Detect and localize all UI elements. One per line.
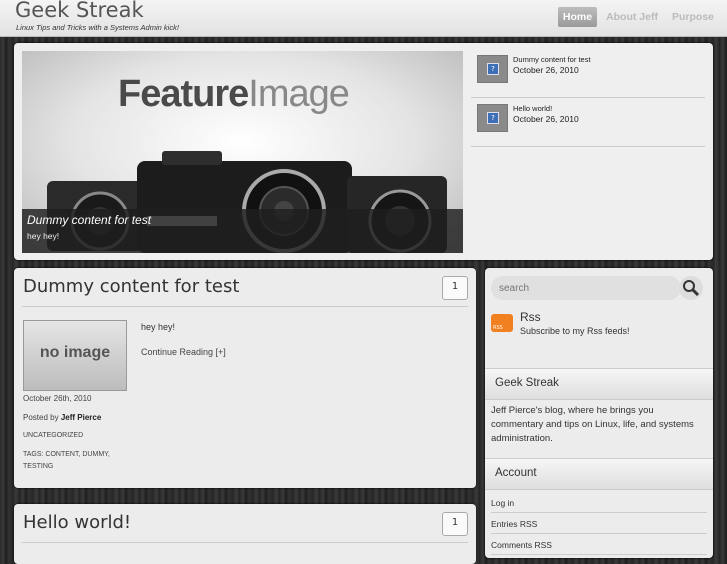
sidebar: RSS Rss Subscribe to my Rss feeds! Geek … — [485, 268, 713, 558]
post-tags-cont[interactable]: TESTING — [23, 463, 53, 470]
rss-icon[interactable]: RSS — [491, 314, 513, 332]
feature-thumb-list: ? Dummy content for test October 26, 201… — [471, 49, 705, 147]
site-tagline: Linux Tips and Tricks with a Systems Adm… — [16, 23, 179, 32]
comment-count-badge[interactable]: 1 — [442, 276, 468, 300]
post-thumbnail[interactable]: no image — [23, 320, 127, 391]
author-link[interactable]: Jeff Pierce — [61, 413, 101, 422]
search-icon — [683, 280, 700, 297]
feature-thumb[interactable]: ? Hello world! October 26, 2010 — [471, 98, 705, 147]
divider — [22, 306, 468, 307]
widget-heading: Geek Streak — [485, 368, 713, 400]
post-excerpt: hey hey! — [141, 322, 176, 332]
nav-about-jeff[interactable]: About Jeff — [601, 7, 663, 27]
post-title[interactable]: Hello world! — [23, 512, 131, 533]
thumb-date: October 26, 2010 — [513, 114, 579, 124]
about-text: Jeff Pierce's blog, where he brings you … — [491, 405, 694, 444]
post-date: October 26th, 2010 — [23, 394, 92, 403]
thumb-title: Hello world! — [513, 104, 553, 113]
nav-home[interactable]: Home — [557, 7, 598, 27]
search-input[interactable] — [491, 278, 677, 299]
nav-purpose[interactable]: Purpose — [667, 7, 719, 27]
main-nav: Home About Jeff Purpose — [557, 7, 719, 27]
post-category[interactable]: UNCATEGORIZED — [23, 432, 83, 439]
widget-heading: Account — [485, 458, 713, 490]
feature-caption-text: hey hey! — [27, 231, 60, 241]
feature-caption-title[interactable]: Dummy content for test — [27, 213, 151, 227]
feature-image[interactable]: FeatureImage Dummy content for test hey … — [22, 51, 463, 253]
entries-rss-link[interactable]: Entries RSS — [491, 519, 707, 534]
thumb-title: Dummy content for test — [513, 55, 591, 64]
search-button[interactable] — [679, 276, 703, 300]
site-title[interactable]: Geek Streak — [15, 0, 144, 22]
login-link[interactable]: Log in — [491, 498, 707, 513]
thumb-date: October 26, 2010 — [513, 65, 579, 75]
placeholder-image-icon: ? — [477, 55, 508, 83]
feature-thumb[interactable]: ? Dummy content for test October 26, 201… — [471, 49, 705, 98]
post-card: Hello world! 1 — [14, 504, 476, 564]
site-header: Geek Streak Linux Tips and Tricks with a… — [0, 0, 727, 37]
read-more-link[interactable]: Continue Reading [+] — [141, 347, 226, 357]
feature-caption: Dummy content for test hey hey! — [22, 209, 463, 253]
post-card: Dummy content for test 1 no image hey he… — [14, 268, 476, 488]
post-author: Posted by Jeff Pierce — [23, 413, 102, 422]
rss-subtitle: Subscribe to my Rss feeds! — [520, 326, 630, 336]
divider — [22, 542, 468, 543]
rss-title[interactable]: Rss — [520, 310, 541, 324]
post-title[interactable]: Dummy content for test — [23, 276, 239, 297]
search-box — [491, 276, 681, 300]
post-tags[interactable]: TAGS: CONTENT, DUMMY, — [23, 451, 110, 458]
feature-slider: FeatureImage Dummy content for test hey … — [14, 43, 713, 260]
comment-count-badge[interactable]: 1 — [442, 512, 468, 536]
placeholder-image-icon: ? — [477, 104, 508, 132]
comments-rss-link[interactable]: Comments RSS — [491, 540, 707, 555]
